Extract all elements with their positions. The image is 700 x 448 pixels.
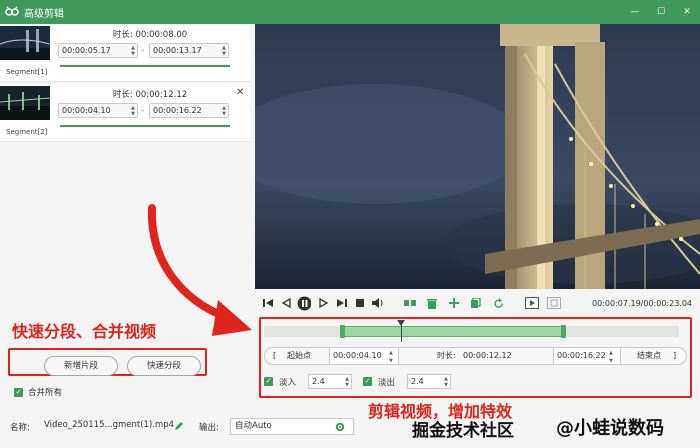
remove-segment-icon[interactable]: ✕ [236,87,244,98]
edit-name-icon[interactable] [174,421,184,431]
fade-out-input[interactable]: 2.4 ▲ ▼ [407,374,452,389]
annotation-arrow-icon [147,204,252,336]
segment-end-input[interactable]: 00:00:13.17 ▲ ▼ [149,43,229,58]
segment-start-input[interactable]: 00:00:04.10 ▲ ▼ [58,103,138,118]
add-segment-button[interactable]: 新增片段 [44,356,118,376]
checkbox-checked-icon[interactable]: ✓ [363,377,372,386]
spinner-icon[interactable]: ▲ ▼ [389,349,393,365]
segment-progress-bar [60,125,230,127]
spinner-icon[interactable]: ▲ ▼ [222,45,226,57]
range-end-handle[interactable] [561,325,567,338]
segment-item-2[interactable]: Segment[2] 时长: 00:00:12.12 00:00:04.10 ▲ ▼… [0,84,250,142]
segment-start-input[interactable]: 00:00:05.17 ▲ ▼ [58,43,138,58]
checkbox-checked-icon[interactable]: ✓ [264,377,273,386]
set-start-button[interactable]: 起始点 [287,348,311,364]
segment-duration: 时长: 00:00:12.12 [112,90,188,100]
spinner-icon[interactable]: ▲ ▼ [222,105,226,117]
checkbox-checked-icon[interactable]: ✓ [14,387,23,397]
fade-in-input[interactable]: 2.4 ▲ ▼ [308,374,353,389]
annotation-left: 快速分段、合并视频 [12,322,157,341]
segment-label: Segment[2] [6,128,48,136]
spinner-icon[interactable]: ▲ ▼ [345,376,349,388]
end-bracket: ] [673,351,677,360]
go-end-icon[interactable] [335,295,349,311]
mark-in-icon[interactable] [525,295,539,311]
settings-gear-icon[interactable] [335,422,345,432]
close-button[interactable]: ✕ [674,0,700,24]
segment-progress-bar [60,65,230,67]
output-name-field[interactable]: Video_250115...gment(1).mp4 [40,418,174,435]
app-logo-icon [0,0,24,24]
player-controls: 00:00:07.19/00:00:23.04 [255,289,700,317]
range-dash: - [141,46,145,56]
maximize-icon: ☐ [656,7,666,17]
quick-split-button[interactable]: 快速分段 [127,356,201,376]
player-timecode: 00:00:07.19/00:00:23.04 [592,299,692,308]
segment-thumbnail [0,26,50,60]
fade-out-control: ✓ 淡出 2.4 ▲ ▼ [363,374,452,389]
minimize-button[interactable]: — [622,0,648,24]
spinner-icon[interactable]: ▲ ▼ [609,349,613,365]
range-dash: - [141,106,145,116]
go-start-icon[interactable] [261,295,275,311]
range-duration: 00:00:12.12 [463,351,512,360]
segment-end-input[interactable]: 00:00:16.22 ▲ ▼ [149,103,229,118]
segment-thumbnail [0,86,50,120]
window-title: 高级剪辑 [24,8,64,20]
mark-out-icon[interactable] [547,295,561,311]
maximize-button[interactable]: ☐ [648,0,674,24]
copy-icon[interactable] [469,295,483,311]
close-icon: ✕ [683,7,691,17]
fade-in-control: ✓ 淡入 2.4 ▲ ▼ [264,374,353,389]
title-bar: 高级剪辑 — ☐ ✕ [0,0,700,24]
range-start-handle[interactable] [339,325,345,338]
watermark-community: 掘金技术社区 [412,421,514,441]
playhead[interactable] [400,321,402,342]
step-forward-icon[interactable] [317,295,331,311]
fade-in-label: 淡入 [279,377,297,388]
spinner-icon[interactable]: ▲ ▼ [131,105,135,117]
segment-item-1[interactable]: Segment[1] 时长: 00:00:08.00 00:00:05.17 ▲ ▼… [0,24,250,82]
range-duration-label: 时长: [437,351,456,360]
output-label: 输出: [199,423,219,433]
fade-out-label: 淡出 [378,377,396,388]
watermark-author: @小蛙说数码 [556,418,664,439]
minimize-icon: — [630,7,640,17]
split-icon[interactable] [403,295,417,311]
spinner-icon[interactable]: ▲ ▼ [131,45,135,57]
merge-all-checkbox[interactable]: ✓ 合并所有 [14,386,62,398]
timeline-selected-range[interactable] [341,326,565,337]
stop-icon[interactable] [353,295,367,311]
reset-icon[interactable] [491,295,505,311]
delete-icon[interactable] [425,295,439,311]
name-label: 名称: [10,423,30,433]
range-row: [ 起始点 00:00:04.10 ▲ ▼ 时长: 00:00:12.12 00:… [264,347,687,365]
merge-all-label: 合并所有 [28,388,63,398]
pause-button[interactable] [297,295,311,311]
segment-label: Segment[1] [6,68,48,76]
start-bracket: [ [273,351,277,360]
segment-duration: 时长: 00:00:08.00 [112,30,188,40]
step-back-icon[interactable] [279,295,293,311]
volume-icon[interactable] [371,295,385,311]
add-icon[interactable] [447,295,461,311]
video-preview[interactable] [255,24,700,289]
spinner-icon[interactable]: ▲ ▼ [444,376,448,388]
set-end-button[interactable]: 结束点 [637,348,661,364]
